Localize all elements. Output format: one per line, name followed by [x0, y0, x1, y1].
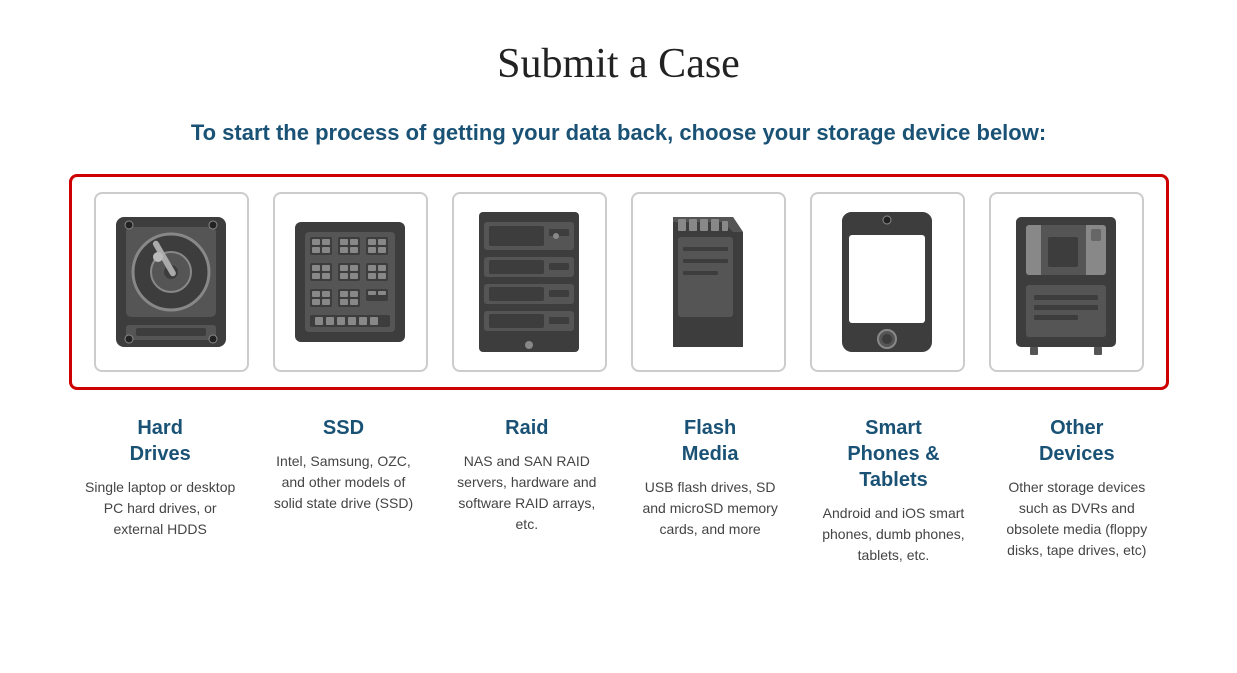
flash-media-label-col: FlashMedia USB flash drives, SD and micr…: [633, 415, 788, 540]
hard-drive-icon: [111, 207, 231, 357]
hard-drives-heading: HardDrives: [83, 415, 238, 467]
flash-media-heading: FlashMedia: [633, 415, 788, 467]
other-devices-card[interactable]: [989, 192, 1144, 372]
page-container: Submit a Case To start the process of ge…: [69, 20, 1169, 566]
ssd-icon: [290, 207, 410, 357]
hard-drives-label-col: HardDrives Single laptop or desktop PC h…: [83, 415, 238, 540]
subtitle: To start the process of getting your dat…: [69, 118, 1169, 149]
other-devices-heading: OtherDevices: [999, 415, 1154, 467]
ssd-desc: Intel, Samsung, OZC, and other models of…: [266, 451, 421, 514]
smart-phones-label-col: SmartPhones &Tablets Android and iOS sma…: [816, 415, 971, 566]
page-title: Submit a Case: [69, 40, 1169, 88]
ssd-card[interactable]: [273, 192, 428, 372]
smart-phone-card[interactable]: [810, 192, 965, 372]
raid-label-col: Raid NAS and SAN RAID servers, hardware …: [449, 415, 604, 535]
flash-media-desc: USB flash drives, SD and microSD memory …: [633, 477, 788, 540]
smart-phone-icon: [827, 207, 947, 357]
raid-desc: NAS and SAN RAID servers, hardware and s…: [449, 451, 604, 535]
flash-media-icon: [648, 207, 768, 357]
ssd-label-col: SSD Intel, Samsung, OZC, and other model…: [266, 415, 421, 514]
other-devices-desc: Other storage devices such as DVRs and o…: [999, 477, 1154, 561]
other-devices-icon: [1006, 207, 1126, 357]
labels-grid: HardDrives Single laptop or desktop PC h…: [69, 415, 1169, 566]
hard-drive-card[interactable]: [94, 192, 249, 372]
raid-card[interactable]: [452, 192, 607, 372]
smart-phones-desc: Android and iOS smart phones, dumb phone…: [816, 503, 971, 566]
devices-grid: [69, 174, 1169, 390]
raid-icon: [469, 207, 589, 357]
ssd-heading: SSD: [266, 415, 421, 441]
smart-phones-heading: SmartPhones &Tablets: [816, 415, 971, 493]
flash-media-card[interactable]: [631, 192, 786, 372]
raid-heading: Raid: [449, 415, 604, 441]
hard-drives-desc: Single laptop or desktop PC hard drives,…: [83, 477, 238, 540]
other-devices-label-col: OtherDevices Other storage devices such …: [999, 415, 1154, 561]
